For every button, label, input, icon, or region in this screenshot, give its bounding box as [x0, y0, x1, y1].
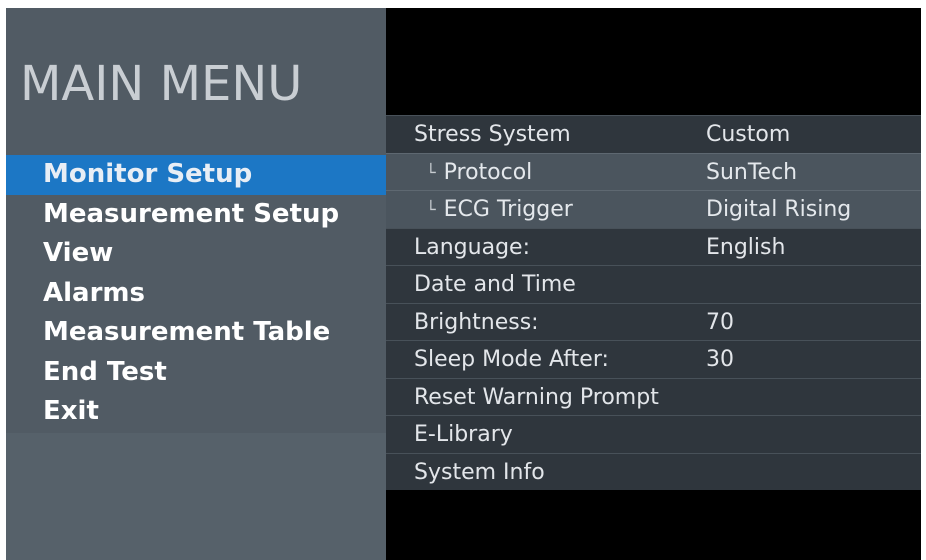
setting-row-e-library[interactable]: E-Library [386, 415, 921, 453]
setting-label: Protocol [443, 159, 533, 185]
main-menu-title: MAIN MENU [20, 56, 303, 112]
menu-item-monitor-setup[interactable]: Monitor Setup [6, 155, 386, 195]
main-menu-panel: MAIN MENU Monitor Setup Measurement Setu… [6, 8, 386, 560]
setting-label-wrapper: └ ECG Trigger [426, 191, 573, 229]
monitor-setup-settings: Stress System Custom └ Protocol SunTech └… [386, 115, 921, 490]
menu-item-alarms[interactable]: Alarms [6, 274, 386, 314]
setting-row-system-info[interactable]: System Info [386, 452, 921, 490]
setting-row-stress-system[interactable]: Stress System Custom [386, 115, 921, 153]
menu-item-measurement-table[interactable]: Measurement Table [6, 313, 386, 353]
tree-branch-icon: └ [426, 162, 436, 182]
setting-label: Reset Warning Prompt [414, 384, 659, 410]
setting-value: English [706, 234, 786, 260]
setting-value: 70 [706, 309, 734, 335]
setting-label: Date and Time [414, 272, 576, 297]
main-menu-list: Monitor Setup Measurement Setup View Ala… [6, 155, 386, 432]
setting-row-date-and-time[interactable]: Date and Time [386, 265, 921, 303]
menu-item-exit[interactable]: Exit [6, 392, 386, 432]
setting-row-ecg-trigger[interactable]: └ ECG Trigger Digital Rising [386, 190, 921, 228]
setting-row-protocol[interactable]: └ Protocol SunTech [386, 152, 921, 192]
setting-label: Brightness: [414, 309, 539, 335]
setting-row-brightness[interactable]: Brightness: 70 [386, 302, 921, 340]
menu-item-measurement-setup[interactable]: Measurement Setup [6, 195, 386, 235]
menu-footer-area [6, 433, 386, 560]
setting-row-sleep-mode[interactable]: Sleep Mode After: 30 [386, 340, 921, 378]
menu-item-view[interactable]: View [6, 234, 386, 274]
device-screen: MAIN MENU Monitor Setup Measurement Setu… [6, 8, 921, 560]
setting-label: Language: [414, 234, 530, 260]
setting-label-wrapper: └ Protocol [426, 154, 532, 192]
setting-value: Digital Rising [706, 197, 852, 222]
menu-item-end-test[interactable]: End Test [6, 353, 386, 393]
setting-row-language[interactable]: Language: English [386, 227, 921, 265]
setting-value: Custom [706, 122, 791, 147]
setting-value: 30 [706, 347, 734, 372]
setting-label: System Info [414, 459, 545, 485]
setting-label: Sleep Mode After: [414, 347, 609, 372]
setting-row-reset-warning-prompt[interactable]: Reset Warning Prompt [386, 377, 921, 415]
setting-label: E-Library [414, 422, 513, 447]
setting-label: ECG Trigger [443, 197, 573, 222]
setting-value: SunTech [706, 159, 798, 185]
tree-branch-icon: └ [426, 200, 436, 219]
setting-label: Stress System [414, 122, 571, 147]
